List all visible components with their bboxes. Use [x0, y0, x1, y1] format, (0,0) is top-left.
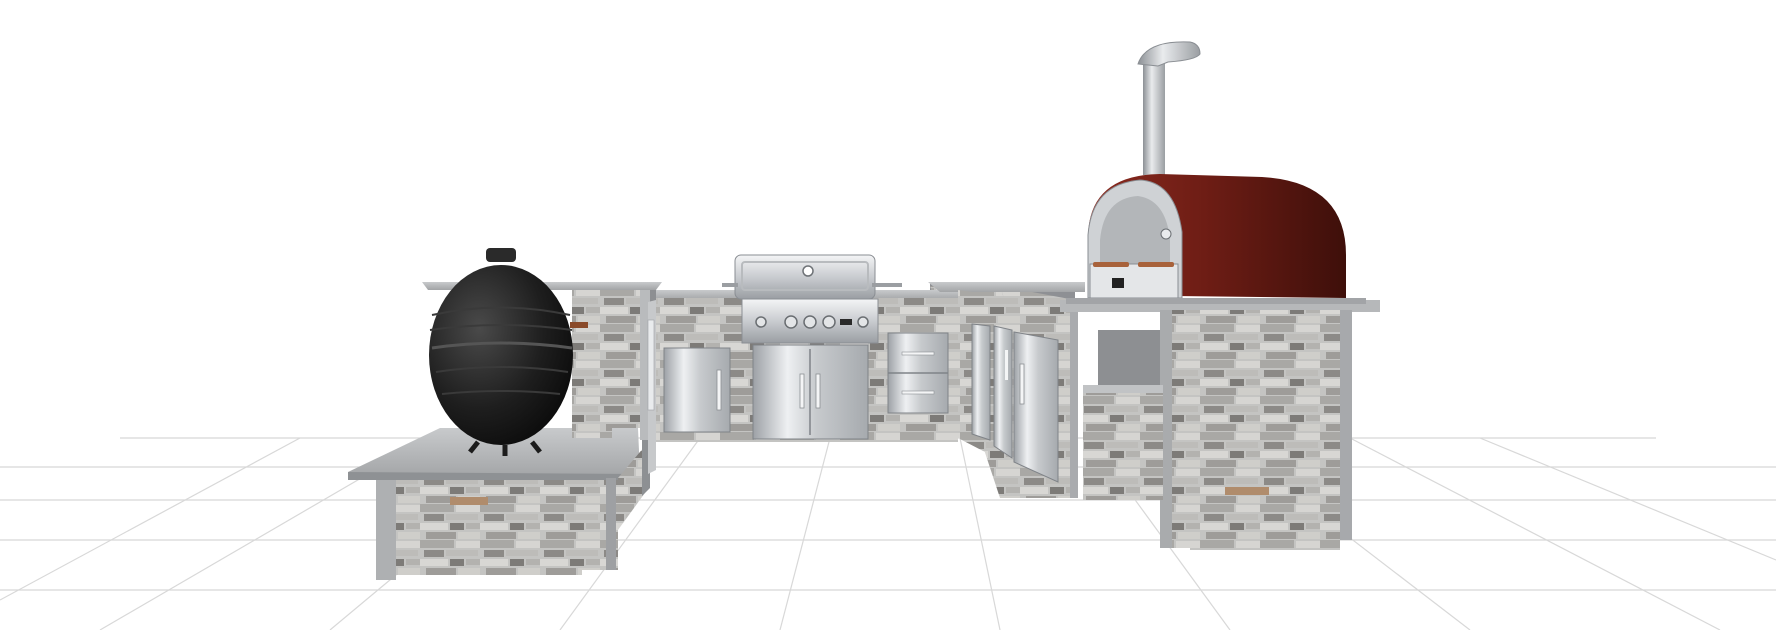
pizza-oven-base	[1060, 300, 1380, 550]
outdoor-kitchen-render	[0, 41, 1776, 630]
3d-scene-viewer[interactable]	[0, 0, 1776, 630]
pizza-oven	[1066, 41, 1366, 304]
built-in-grill	[722, 254, 902, 344]
kamado-island	[348, 428, 650, 580]
kamado-grill	[429, 248, 588, 456]
floor-grid	[0, 437, 1776, 630]
